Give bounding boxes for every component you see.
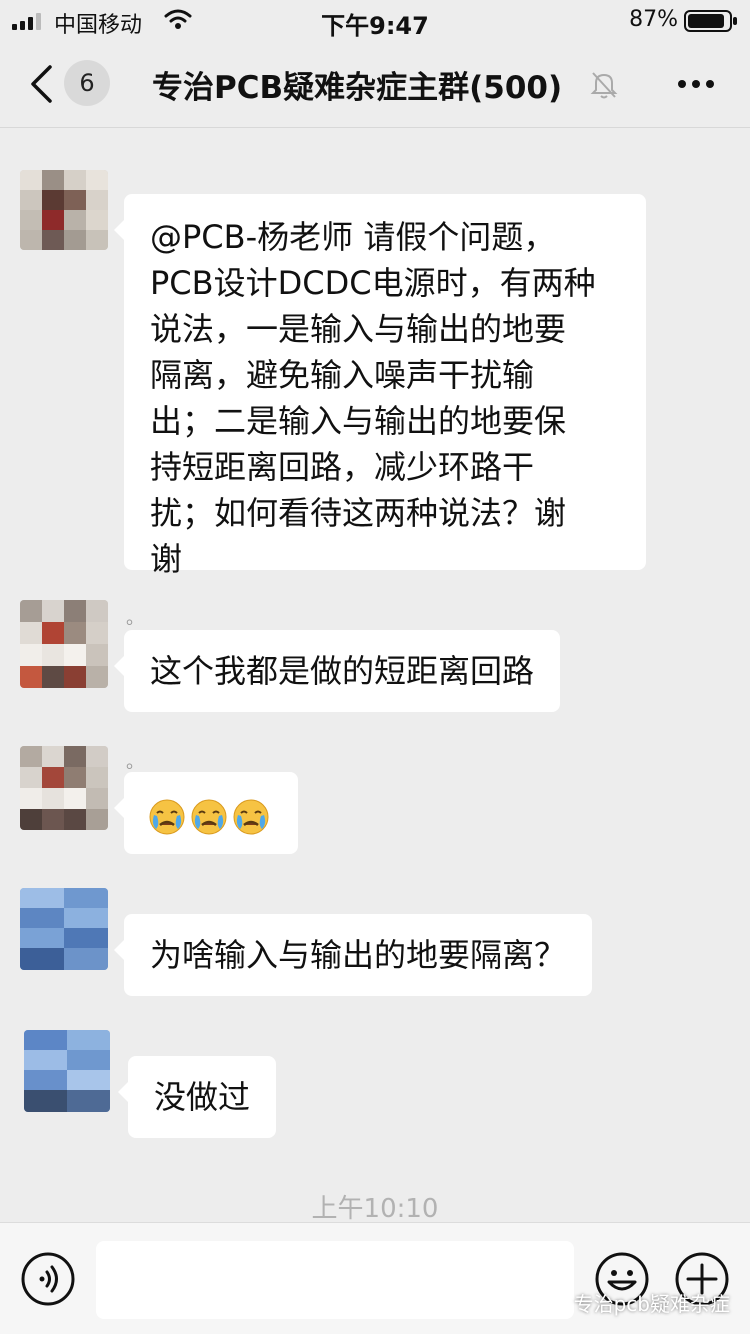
avatar[interactable] [24,1030,110,1112]
message-input[interactable] [96,1241,574,1319]
message-bubble[interactable]: 这个我都是做的短距离回路 [113,630,561,712]
face-with-tears-icon [233,799,269,835]
message-timestamp: 上午10:10 [311,1194,439,1224]
face-with-tears-icon [191,799,227,835]
sender-name: 。 [126,752,144,773]
message-bubble[interactable]: 为啥输入与输出的地要隔离？ [113,914,593,996]
avatar[interactable] [20,888,108,970]
message-line: 谢 [150,540,183,578]
mute-bell-icon [590,72,618,99]
wechat-logo-icon [545,1296,570,1314]
more-icon[interactable] [676,78,716,90]
watermark-text: 专治pcb疑难杂症 [573,1292,730,1316]
message-line: 说法，一是输入与输出的地要 [150,310,567,348]
message-bubble[interactable] [114,772,298,854]
message-line: 隔离，避免输入噪声干扰输 [150,356,535,394]
message-text: 这个我都是做的短距离回路 [150,652,535,690]
message-line: 持短距离回路，减少环路干 [150,448,535,486]
unread-count-badge[interactable]: 6 [64,60,110,106]
avatar[interactable] [20,746,108,830]
avatar[interactable] [20,170,108,250]
chat-title: 专治PCB疑难杂症主群(500) [152,70,563,106]
back-arrow-icon[interactable] [28,64,54,104]
face-with-tears-icon [149,799,185,835]
message-text: 为啥输入与输出的地要隔离？ [150,936,567,974]
chat-header: 6 专治PCB疑难杂症主群(500) [0,40,750,128]
sender-name: 。 [126,608,144,629]
battery-percent: 87% [629,7,678,32]
battery-icon [684,10,737,32]
message-bubble[interactable]: @PCB-杨老师 请假个问题， PCB设计DCDC电源时，有两种 说法，一是输入… [114,194,646,578]
message-line: 扰；如何看待这两种说法？谢 [150,494,567,532]
message-line: 出；二是输入与输出的地要保 [150,402,567,440]
message-line: @PCB-杨老师 请假个问题， [150,218,556,256]
input-bar [0,1222,750,1334]
message-bubble[interactable]: 没做过 [117,1056,277,1138]
avatar[interactable] [20,600,108,688]
message-text: 没做过 [154,1078,251,1116]
watermark: 专治pcb疑难杂症 [545,1288,730,1317]
status-bar: 中国移动 下午9:47 87% [0,0,750,40]
message-line: PCB设计DCDC电源时，有两种 [150,264,596,302]
voice-icon[interactable] [20,1251,76,1307]
